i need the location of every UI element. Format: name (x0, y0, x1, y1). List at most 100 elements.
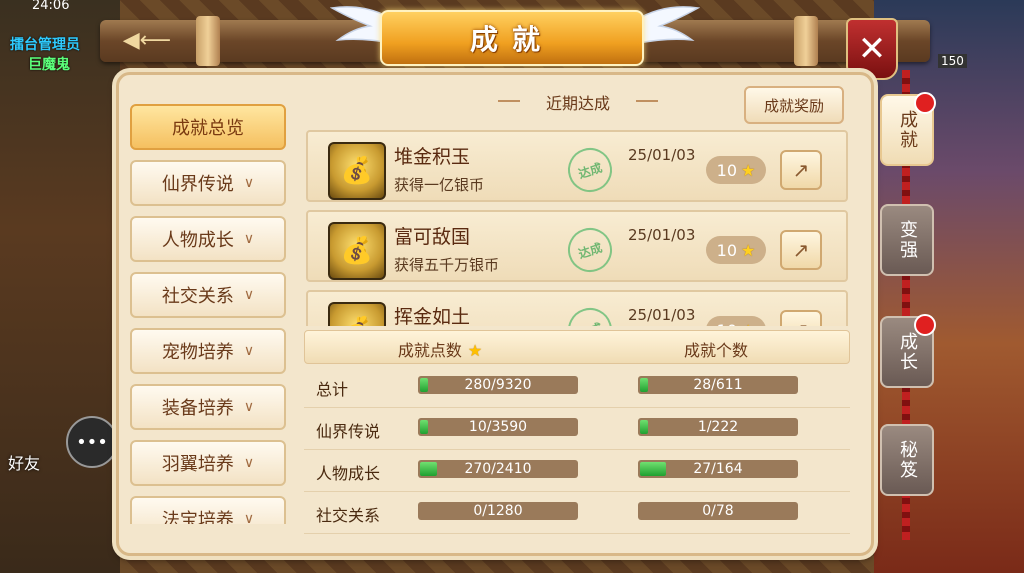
category-label: 法宝培养 (161, 510, 234, 524)
points-progress-bar: 280/9320 (418, 376, 578, 394)
category-list[interactable]: 成就总览 仙界传说 ∨ 人物成长 ∨ 社交关系 ∨ 宠物培养 ∨ 装备培养 ∨ 羽翼培养 ∨ 法宝培养 ∨ (130, 104, 290, 524)
category-item[interactable]: 羽翼培养 ∨ (130, 440, 286, 486)
level-badge: 150 (938, 54, 967, 68)
category-label: 仙界传说 (161, 174, 234, 195)
star-icon: ★ (741, 240, 756, 260)
category-label: 装备培养 (161, 398, 234, 419)
achievement-date: 25/01/03 (628, 146, 696, 164)
window-title: 成就 (469, 23, 554, 56)
chevron-down-icon: ∨ (243, 287, 255, 303)
points-header: 成就点数 ★ (305, 337, 575, 361)
points-progress-bar: 0/1280 (418, 502, 578, 520)
points-progress-text: 0/1280 (473, 503, 523, 519)
count-progress-text: 27/164 (693, 461, 743, 477)
share-icon: ↗ (792, 238, 810, 262)
game-scene-left (0, 0, 120, 573)
count-progress-bar: 0/78 (638, 502, 798, 520)
achievement-name: 堆金积玉 (394, 146, 471, 168)
completed-stamp: 达成 (562, 302, 618, 326)
achievement-name: 挥金如土 (394, 306, 471, 326)
share-button[interactable]: ↗ (780, 230, 822, 270)
side-tab-label: 成长 (897, 332, 918, 372)
stats-row: 社交关系 0/1280 0/78 (304, 492, 850, 534)
money-bag-icon: 💰 (328, 302, 386, 326)
stats-label: 社交关系 (316, 506, 381, 525)
chevron-down-icon: ∨ (243, 399, 255, 415)
count-header: 成就个数 (683, 341, 748, 360)
count-progress-text: 0/78 (702, 503, 734, 519)
category-item[interactable]: 法宝培养 ∨ (130, 496, 286, 524)
points-progress-bar: 270/2410 (418, 460, 578, 478)
achievement-points: 10 ★ (706, 316, 766, 326)
points-header-label: 成就点数 (397, 341, 462, 360)
completed-stamp: 达成 (562, 142, 618, 198)
star-icon: ★ (467, 341, 483, 360)
chevron-down-icon: ∨ (243, 455, 255, 471)
chevron-down-icon: ∨ (243, 175, 255, 191)
achievement-points: 10★ (706, 236, 766, 264)
category-item[interactable]: 社交关系 ∨ (130, 272, 286, 318)
category-item[interactable]: 宠物培养 ∨ (130, 328, 286, 374)
share-button[interactable]: ↗ (780, 150, 822, 190)
star-icon: ★ (741, 321, 755, 327)
money-bag-icon: 💰 (328, 142, 386, 200)
close-x-icon: ✕ (857, 29, 887, 69)
points-progress-text: 280/9320 (464, 377, 532, 393)
money-bag-icon: 💰 (328, 222, 386, 280)
achievement-date: 25/01/03 (628, 226, 696, 244)
scroll-end-right (794, 16, 818, 66)
stats-label: 人物成长 (316, 464, 381, 483)
category-label: 成就总览 (172, 118, 244, 139)
points-progress-text: 10/3590 (468, 419, 528, 435)
count-progress-bar: 1/222 (638, 418, 798, 436)
stats-row: 仙界传说 10/3590 1/222 (304, 408, 850, 450)
stats-label: 总计 (316, 380, 349, 399)
side-tab-label: 秘笈 (897, 440, 918, 480)
achievement-reward-button[interactable]: 成就奖励 (744, 86, 844, 124)
side-tab[interactable]: 秘笈 (880, 424, 934, 496)
share-button[interactable]: ↗ (780, 310, 822, 326)
points-progress-text: 270/2410 (464, 461, 532, 477)
chevron-down-icon: ∨ (243, 343, 255, 359)
achievement-desc: 获得五千万银币 (394, 256, 500, 274)
category-label: 人物成长 (161, 230, 234, 251)
achievement-date: 25/01/03 (628, 306, 696, 324)
back-arrow-icon[interactable]: ◀⟵ (112, 28, 182, 54)
achievement-name: 富可敌国 (394, 226, 471, 248)
stats-header: 成就点数 ★ 成就个数 (304, 330, 850, 364)
player-title: 擂台管理员 (10, 37, 80, 53)
notification-dot (914, 92, 936, 114)
points-progress-bar: 10/3590 (418, 418, 578, 436)
achievement-row: 💰 堆金积玉获得一亿银币 达成 25/01/03 10 ★ ↗ (306, 130, 848, 202)
category-item[interactable]: 成就总览 (130, 104, 286, 150)
category-item[interactable]: 装备培养 ∨ (130, 384, 286, 430)
category-label: 宠物培养 (161, 342, 234, 363)
category-item[interactable]: 人物成长 ∨ (130, 216, 286, 262)
count-progress-text: 1/222 (697, 419, 739, 435)
achievement-row: 💰 富可敌国获得五千万银币 达成 25/01/03 10 ★ ↗ (306, 210, 848, 282)
recent-achievement-list[interactable]: 💰 堆金积玉 获得一亿银币 达成 25/01/03 10 ★ ↗ 💰 富可敌国 获得五千万银币 达成 2… (306, 130, 848, 326)
points-value: 10 (717, 321, 737, 327)
side-tab[interactable]: 变强 (880, 204, 934, 276)
category-item[interactable]: 仙界传说 ∨ (130, 160, 286, 206)
close-button[interactable]: ✕ (846, 18, 898, 80)
player-name: 巨魔鬼 (28, 57, 70, 73)
notification-dot (914, 314, 936, 336)
achievement-points: 10★ (706, 156, 766, 184)
count-progress-text: 28/611 (693, 377, 743, 393)
stats-row: 总计 280/9320 28/611 (304, 366, 850, 408)
achievement-desc: 获得一亿银币 (394, 176, 485, 194)
side-tab-label: 变强 (897, 220, 918, 260)
stats-table: 成就点数 ★ 成就个数 总计 280/9320 28/611 仙界传说 10/3590 1/… (304, 330, 850, 534)
points-value: 10 (716, 160, 737, 180)
recent-header: 近期达成 (498, 90, 658, 114)
star-icon: ★ (741, 160, 756, 180)
chat-bubble-icon[interactable]: ••• (66, 416, 118, 468)
category-label: 羽翼培养 (161, 454, 234, 475)
share-icon: ↗ (793, 318, 810, 326)
scroll-end-left (196, 16, 220, 66)
completed-stamp: 达成 (562, 222, 618, 278)
stats-row: 人物成长 270/2410 27/164 (304, 450, 850, 492)
count-progress-bar: 28/611 (638, 376, 798, 394)
friend-label[interactable]: 好友 (8, 450, 40, 474)
